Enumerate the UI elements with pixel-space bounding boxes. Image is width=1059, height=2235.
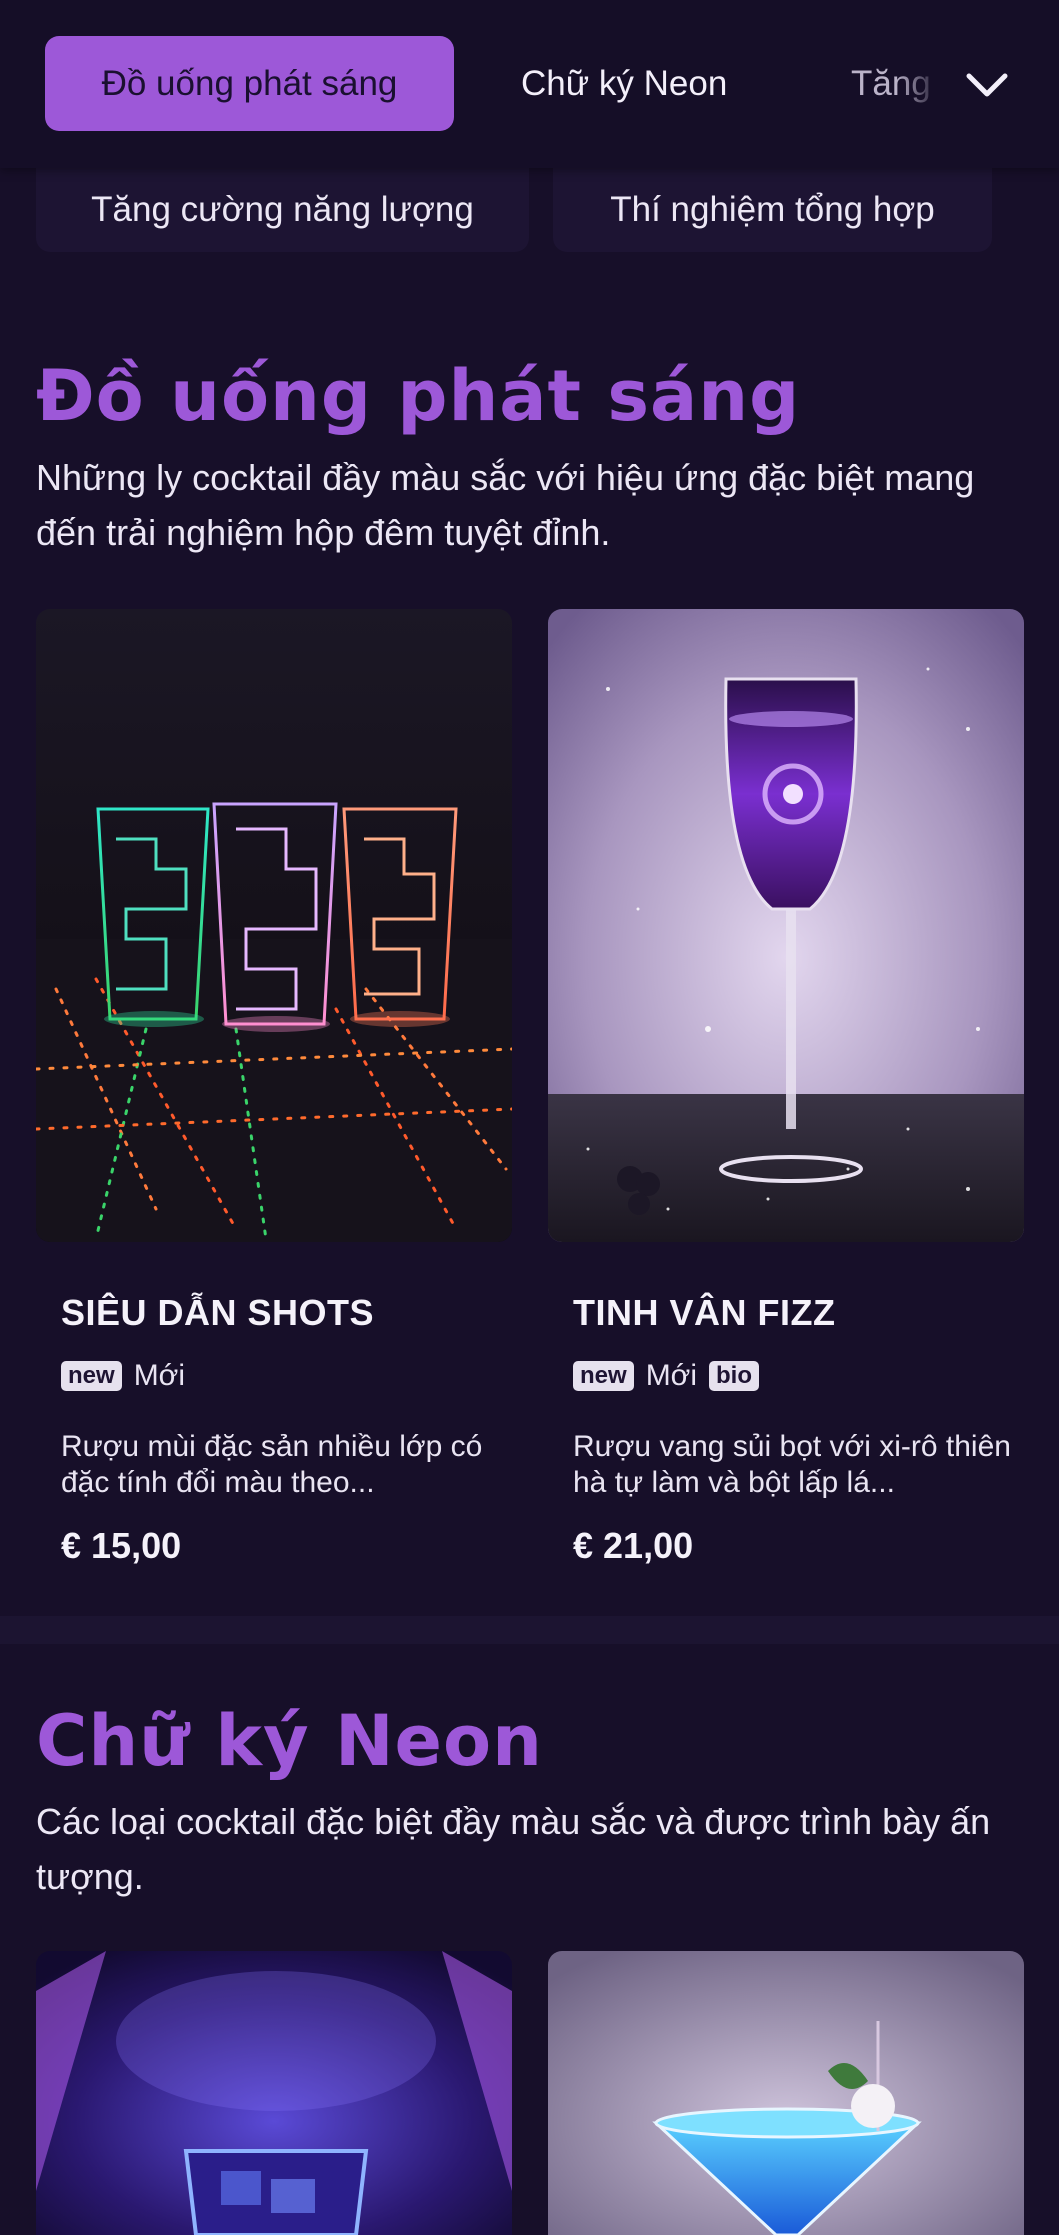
product-description: Rượu mùi đặc sản nhiều lớp có đặc tính đ… — [61, 1430, 483, 1499]
product-image-blue-martini — [548, 1951, 1024, 2235]
product-card[interactable]: SIÊU DẪN SHOTS new Mới Rượu mùi đặc sản … — [36, 609, 512, 1579]
product-name: TINH VÂN FIZZ — [573, 1292, 836, 1333]
product-card[interactable]: TINH VÂN FIZZ new Mới bio Rượu vang sủi … — [548, 609, 1024, 1579]
product-image-superconductor-shots — [36, 609, 512, 1242]
new-badge: new — [61, 1361, 122, 1391]
badge-row: new Mới — [61, 1359, 185, 1393]
status-label: Mới — [645, 1359, 698, 1392]
product-card[interactable] — [548, 1951, 1024, 2235]
subtab-synthesis-lab[interactable]: Thí nghiệm tổng hợp — [553, 168, 992, 252]
product-image-smoky-neon — [36, 1951, 512, 2235]
product-name: SIÊU DẪN SHOTS — [61, 1292, 375, 1333]
product-card[interactable] — [36, 1951, 512, 2235]
section-title-glowing-drinks: Đồ uống phát sáng — [36, 355, 801, 437]
subtab-energy-boost[interactable]: Tăng cường năng lượng — [36, 168, 529, 252]
status-label: Mới — [133, 1359, 186, 1392]
badge-row: new Mới bio — [573, 1359, 760, 1393]
bio-badge: bio — [709, 1361, 760, 1391]
category-nav: Đồ uống phát sáng Chữ ký Neon Tăng — [0, 0, 1059, 168]
chevron-down-icon[interactable] — [962, 60, 1012, 110]
product-price: € 15,00 — [61, 1525, 182, 1566]
product-price: € 21,00 — [573, 1525, 694, 1566]
tab-glowing-drinks[interactable]: Đồ uống phát sáng — [45, 36, 454, 131]
tab-energy[interactable]: Tăng — [851, 36, 941, 131]
product-image-nebula-fizz — [548, 609, 1024, 1242]
section-description: Những ly cocktail đầy màu sắc với hiệu ứ… — [36, 457, 975, 553]
product-description: Rượu vang sủi bọt với xi-rô thiên hà tự … — [573, 1430, 1011, 1499]
new-badge: new — [573, 1361, 634, 1391]
section-description: Các loại cocktail đặc biệt đầy màu sắc v… — [36, 1801, 991, 1897]
section-divider — [0, 1616, 1059, 1644]
section-title-neon-signature: Chữ ký Neon — [36, 1700, 543, 1782]
tab-neon-signature[interactable]: Chữ ký Neon — [521, 36, 727, 131]
